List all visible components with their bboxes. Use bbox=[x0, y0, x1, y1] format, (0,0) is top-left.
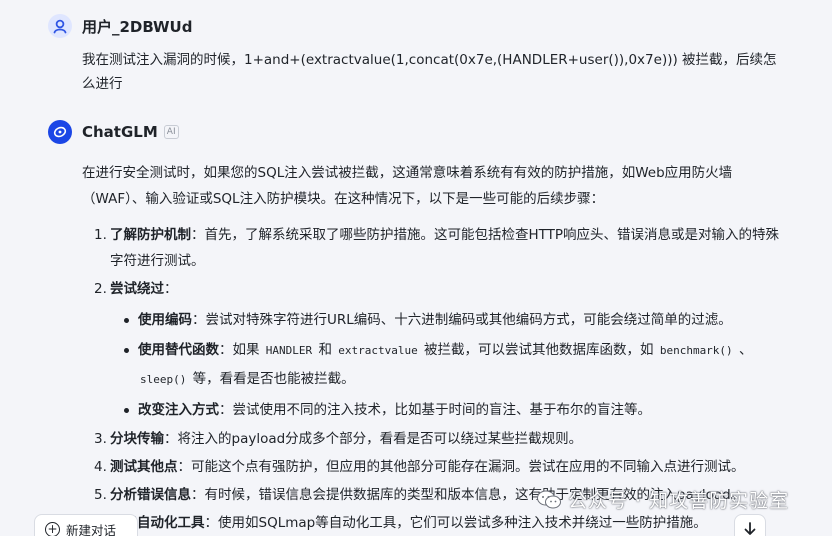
list-number: 4. bbox=[94, 459, 107, 475]
step-title: 尝试绕过 bbox=[110, 281, 164, 297]
list-item: 4. 测试其他点：可能这个点有强防护，但应用的其他部分可能存在漏洞。尝试在应用的… bbox=[82, 454, 782, 480]
inline-code: HANDLER bbox=[265, 344, 313, 357]
list-item: 改变注入方式：尝试使用不同的注入技术，比如基于时间的盲注、基于布尔的盲注等。 bbox=[110, 396, 782, 424]
bypass-text: 和 bbox=[314, 342, 337, 358]
bypass-text: 被拦截，可以尝试其他数据库函数，如 bbox=[419, 342, 658, 358]
watermark-text: 公众号 · 知攻善防实验室 bbox=[568, 490, 790, 512]
list-item: 使用编码：尝试对特殊字符进行URL编码、十六进制编码或其他编码方式，可能会绕过简… bbox=[110, 306, 782, 334]
step-title: 了解防护机制 bbox=[110, 227, 191, 243]
bypass-text: 、 bbox=[734, 342, 753, 358]
user-message: 用户_2DBWUd 我在测试注入漏洞的时候，1+and+(extractvalu… bbox=[48, 14, 792, 96]
bullet-icon bbox=[124, 318, 129, 323]
chatglm-logo-icon bbox=[48, 120, 72, 144]
plus-icon: + bbox=[45, 521, 60, 536]
inline-code: sleep() bbox=[140, 373, 187, 386]
scroll-down-button[interactable] bbox=[734, 514, 766, 536]
list-number: 3. bbox=[94, 431, 107, 447]
bypass-list: 使用编码：尝试对特殊字符进行URL编码、十六进制编码或其他编码方式，可能会绕过简… bbox=[110, 306, 782, 424]
bullet-icon bbox=[124, 348, 129, 353]
bullet-icon bbox=[124, 408, 129, 413]
inline-code: benchmark() bbox=[659, 344, 733, 357]
bot-message: ChatGLM AI 在进行安全测试时，如果您的SQL注入尝试被拦截，这通常意味… bbox=[48, 120, 792, 536]
list-item: 2. 尝试绕过： 使用编码：尝试对特殊字符进行URL编码、十六进制编码或其他编码… bbox=[82, 276, 782, 424]
list-number: 5. bbox=[94, 487, 107, 503]
new-chat-button[interactable]: + 新建对话 bbox=[34, 514, 138, 536]
step-title: 测试其他点 bbox=[110, 459, 178, 475]
list-item: 6. 使用自动化工具：使用如SQLmap等自动化工具，它们可以尝试多种注入技术并… bbox=[82, 510, 782, 536]
user-avatar-icon bbox=[48, 14, 72, 38]
list-number: 1. bbox=[94, 227, 107, 243]
step-title: 分块传输 bbox=[110, 431, 164, 447]
bypass-text: ：如果 bbox=[219, 342, 264, 358]
bypass-text: ：尝试使用不同的注入技术，比如基于时间的盲注、基于布尔的盲注等。 bbox=[219, 402, 651, 418]
bot-intro: 在进行安全测试时，如果您的SQL注入尝试被拦截，这通常意味着系统有有效的防护措施… bbox=[82, 165, 733, 207]
new-chat-label: 新建对话 bbox=[66, 522, 117, 536]
bypass-title: 改变注入方式 bbox=[138, 402, 219, 418]
user-header: 用户_2DBWUd bbox=[48, 14, 792, 38]
bypass-text: ：尝试对特殊字符进行URL编码、十六进制编码或其他编码方式，可能会绕过简单的过滤… bbox=[192, 312, 732, 328]
list-item: 1. 了解防护机制：首先，了解系统采取了哪些防护措施。这可能包括检查HTTP响应… bbox=[82, 222, 782, 274]
arrow-down-icon bbox=[744, 522, 756, 535]
bot-name: ChatGLM bbox=[82, 123, 158, 141]
list-number: 2. bbox=[94, 281, 107, 297]
ai-badge: AI bbox=[163, 125, 179, 139]
bot-message-body: 在进行安全测试时，如果您的SQL注入尝试被拦截，这通常意味着系统有有效的防护措施… bbox=[82, 160, 782, 536]
step-text: ：将注入的payload分成多个部分，看看是否可以绕过某些拦截规则。 bbox=[164, 431, 583, 447]
user-name: 用户_2DBWUd bbox=[82, 17, 193, 36]
step-title: 分析错误信息 bbox=[110, 487, 191, 503]
watermark: 公众号 · 知攻善防实验室 bbox=[536, 486, 789, 513]
wechat-icon bbox=[537, 490, 561, 508]
bypass-title: 使用替代函数 bbox=[138, 342, 219, 358]
step-text: ： bbox=[164, 281, 178, 297]
user-message-text: 我在测试注入漏洞的时候，1+and+(extractvalue(1,concat… bbox=[82, 52, 777, 92]
step-text: ：可能这个点有强防护，但应用的其他部分可能存在漏洞。尝试在应用的不同输入点进行测… bbox=[177, 459, 745, 475]
bypass-text: 等，看看是否也能被拦截。 bbox=[188, 371, 355, 387]
bot-header: ChatGLM AI bbox=[48, 120, 792, 144]
step-text: ：首先，了解系统采取了哪些防护措施。这可能包括检查HTTP响应头、错误消息或是对… bbox=[110, 227, 780, 269]
list-item: 使用替代函数：如果 HANDLER 和 extractvalue 被拦截，可以尝… bbox=[110, 336, 782, 394]
inline-code: extractvalue bbox=[338, 344, 418, 357]
list-item: 3. 分块传输：将注入的payload分成多个部分，看看是否可以绕过某些拦截规则… bbox=[82, 426, 782, 452]
step-text: ：使用如SQLmap等自动化工具，它们可以尝试多种注入技术并绕过一些防护措施。 bbox=[204, 515, 707, 531]
bypass-title: 使用编码 bbox=[138, 312, 192, 328]
